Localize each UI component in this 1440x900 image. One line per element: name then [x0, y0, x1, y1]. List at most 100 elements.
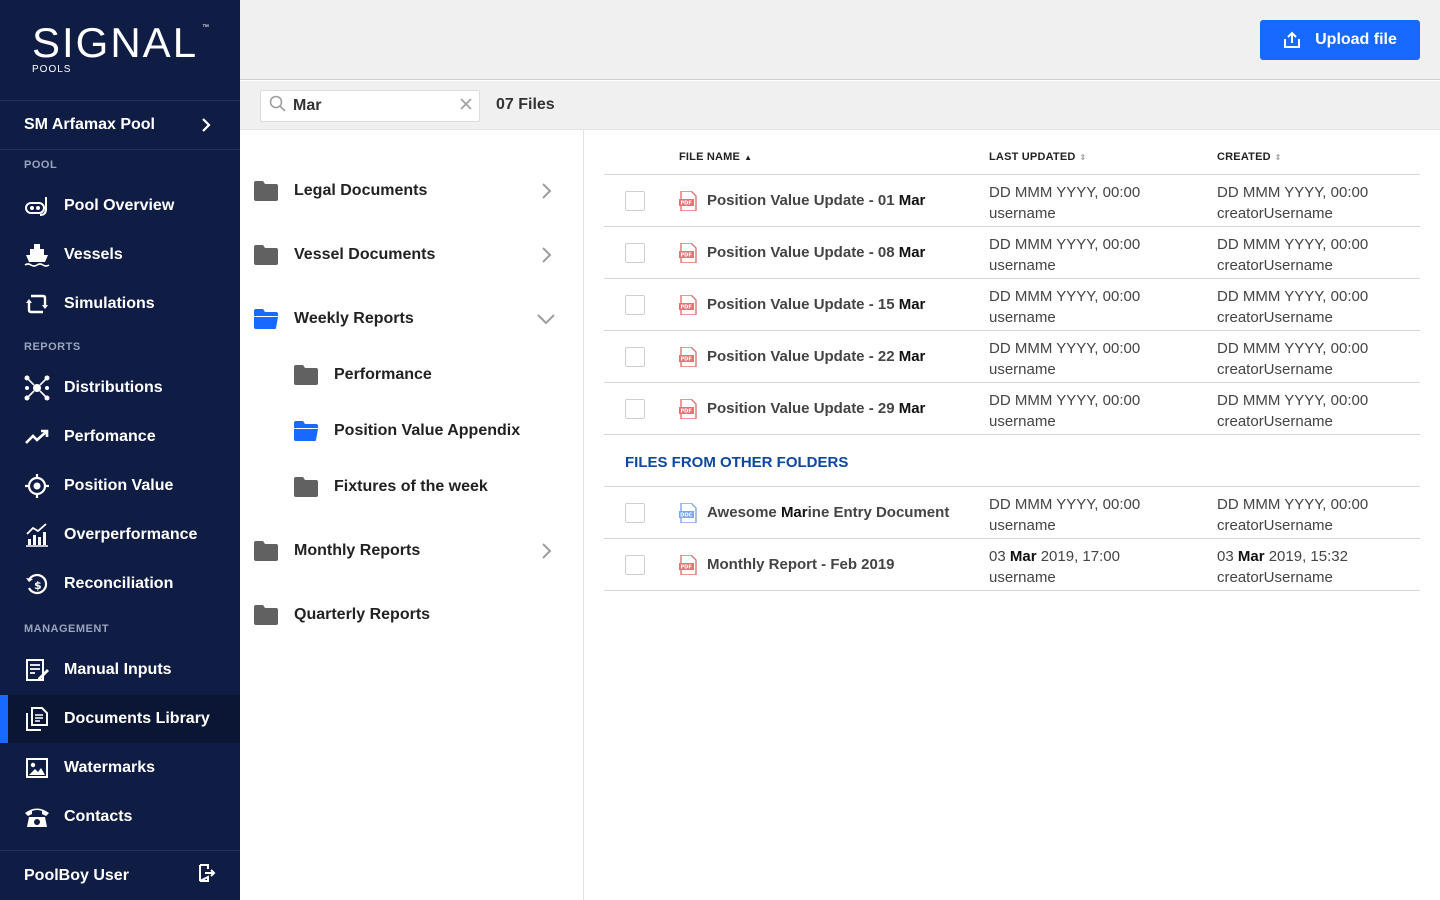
svg-text:PDF: PDF [681, 565, 692, 571]
column-header-last-updated[interactable]: LAST UPDATED ⇕ [989, 151, 1086, 163]
nav-item-contacts[interactable]: Contacts [0, 793, 240, 841]
table-row[interactable]: PDF Position Value Update - 01 Mar DD MM… [604, 175, 1420, 227]
nav-label: Position Value [64, 477, 174, 494]
nav-label: Simulations [64, 295, 155, 312]
chevron-right-icon [542, 543, 552, 559]
file-name-link[interactable]: Position Value Update - 01 Mar [707, 192, 925, 209]
table-header: FILE NAME ▲ LAST UPDATED ⇕ CREATED ⇕ [604, 130, 1420, 175]
current-user-name: PoolBoy User [24, 866, 129, 884]
logo-wordmark: SIGNAL [32, 19, 199, 66]
row-checkbox[interactable] [625, 347, 645, 367]
table-row[interactable]: PDF Monthly Report - Feb 2019 03 Mar 201… [604, 539, 1420, 591]
pdf-file-icon: PDF [679, 399, 697, 419]
folder-icon [254, 245, 278, 265]
folder-vessel-documents[interactable]: Vessel Documents [254, 235, 556, 275]
column-header-file-name[interactable]: FILE NAME ▲ [679, 151, 752, 163]
nav-item-distributions[interactable]: Distributions [0, 364, 240, 412]
nav-item-documents-library[interactable]: Documents Library [0, 695, 240, 743]
pdf-file-icon: PDF [679, 191, 697, 211]
upload-file-label: Upload file [1315, 31, 1397, 48]
logo-trademark: ™ [202, 24, 209, 31]
edit-document-icon [24, 657, 50, 683]
trending-up-icon [24, 424, 50, 450]
nav-item-watermarks[interactable]: Watermarks [0, 744, 240, 792]
nav-item-pool-overview[interactable]: Pool Overview [0, 182, 240, 230]
search-input[interactable] [293, 97, 459, 115]
nav-item-performance[interactable]: Perfomance [0, 413, 240, 461]
column-header-label: CREATED [1217, 151, 1271, 163]
bar-chart-trend-icon [24, 522, 50, 548]
row-checkbox[interactable] [625, 295, 645, 315]
signal-logo[interactable]: SIGNAL ™ POOLS [32, 22, 212, 82]
file-name-link[interactable]: Position Value Update - 29 Mar [707, 400, 925, 417]
table-row[interactable]: PDF Position Value Update - 22 Mar DD MM… [604, 331, 1420, 383]
nav-item-simulations[interactable]: Simulations [0, 280, 240, 328]
file-table: FILE NAME ▲ LAST UPDATED ⇕ CREATED ⇕ PDF… [604, 130, 1420, 591]
nav-item-overperformance[interactable]: Overperformance [0, 511, 240, 559]
last-updated-cell: 03 Mar 2019, 17:00 username [989, 548, 1120, 586]
file-name-link[interactable]: Monthly Report - Feb 2019 [707, 556, 895, 573]
distribution-icon [24, 375, 50, 401]
nav-label: Manual Inputs [64, 661, 172, 678]
row-checkbox[interactable] [625, 503, 645, 523]
nav-item-manual-inputs[interactable]: Manual Inputs [0, 646, 240, 694]
folder-monthly-reports[interactable]: Monthly Reports [254, 531, 556, 571]
doc-file-icon: DOC [679, 503, 697, 523]
svg-text:PDF: PDF [681, 201, 692, 207]
search-result-count: 07 Files [496, 96, 555, 113]
clear-search-icon[interactable] [459, 97, 473, 116]
logout-icon[interactable] [198, 864, 216, 887]
documents-icon [24, 706, 50, 732]
folder-icon [254, 605, 278, 625]
row-checkbox[interactable] [625, 243, 645, 263]
folder-icon [294, 365, 318, 385]
chevron-right-icon [196, 115, 216, 135]
table-row[interactable]: DOC Awesome Marine Entry Document DD MMM… [604, 487, 1420, 539]
created-cell: DD MMM YYYY, 00:00 creatorUsername [1217, 496, 1369, 534]
folder-legal-documents[interactable]: Legal Documents [254, 171, 556, 211]
nav-label: Reconciliation [64, 575, 174, 592]
nav-item-position-value[interactable]: Position Value [0, 462, 240, 510]
upload-file-button[interactable]: Upload file [1260, 20, 1420, 60]
section-title-reports: REPORTS [24, 341, 81, 353]
table-row[interactable]: PDF Position Value Update - 29 Mar DD MM… [604, 383, 1420, 435]
column-header-label: FILE NAME [679, 151, 741, 163]
nav-label: Vessels [64, 246, 123, 263]
upload-icon [1283, 31, 1301, 49]
row-checkbox[interactable] [625, 399, 645, 419]
created-cell: DD MMM YYYY, 00:00 creatorUsername [1217, 184, 1369, 222]
folder-weekly-reports[interactable]: Weekly Reports [254, 299, 556, 339]
pdf-file-icon: PDF [679, 555, 697, 575]
row-checkbox[interactable] [625, 191, 645, 211]
nav-label: Documents Library [64, 710, 210, 727]
svg-text:PDF: PDF [681, 409, 692, 415]
sidebar-footer: PoolBoy User [0, 850, 240, 900]
file-name-link[interactable]: Position Value Update - 08 Mar [707, 244, 925, 261]
folder-name: Legal Documents [294, 182, 428, 199]
folder-quarterly-reports[interactable]: Quarterly Reports [254, 595, 556, 635]
column-header-created[interactable]: CREATED ⇕ [1217, 151, 1282, 163]
nav-item-vessels[interactable]: Vessels [0, 231, 240, 279]
svg-text:PDF: PDF [681, 305, 692, 311]
file-name-link[interactable]: Position Value Update - 22 Mar [707, 348, 925, 365]
sidebar: SIGNAL ™ POOLS SM Arfamax Pool POOL Pool… [0, 0, 240, 900]
nav-item-reconciliation[interactable]: $ Reconciliation [0, 560, 240, 608]
nav-label: Pool Overview [64, 197, 175, 214]
folder-name: Position Value Appendix [334, 422, 521, 439]
folder-tree: Legal Documents Vessel Documents Weekly … [240, 130, 584, 900]
sort-icon: ⇕ [1079, 152, 1087, 162]
row-checkbox[interactable] [625, 555, 645, 575]
table-row[interactable]: PDF Position Value Update - 08 Mar DD MM… [604, 227, 1420, 279]
nav-label: Perfomance [64, 428, 156, 445]
file-name-link[interactable]: Awesome Marine Entry Document [707, 504, 949, 521]
folder-position-value-appendix[interactable]: Position Value Appendix [294, 411, 556, 451]
pool-selector[interactable]: SM Arfamax Pool [0, 100, 240, 150]
table-row[interactable]: PDF Position Value Update - 15 Mar DD MM… [604, 279, 1420, 331]
folder-fixtures-of-the-week[interactable]: Fixtures of the week [294, 467, 556, 507]
folder-weekly-performance[interactable]: Performance [294, 355, 556, 395]
svg-text:$: $ [34, 579, 42, 592]
pool-selector-label: SM Arfamax Pool [24, 116, 155, 133]
file-name-link[interactable]: Position Value Update - 15 Mar [707, 296, 925, 313]
folder-name: Fixtures of the week [334, 478, 488, 495]
folder-name: Performance [334, 366, 432, 383]
